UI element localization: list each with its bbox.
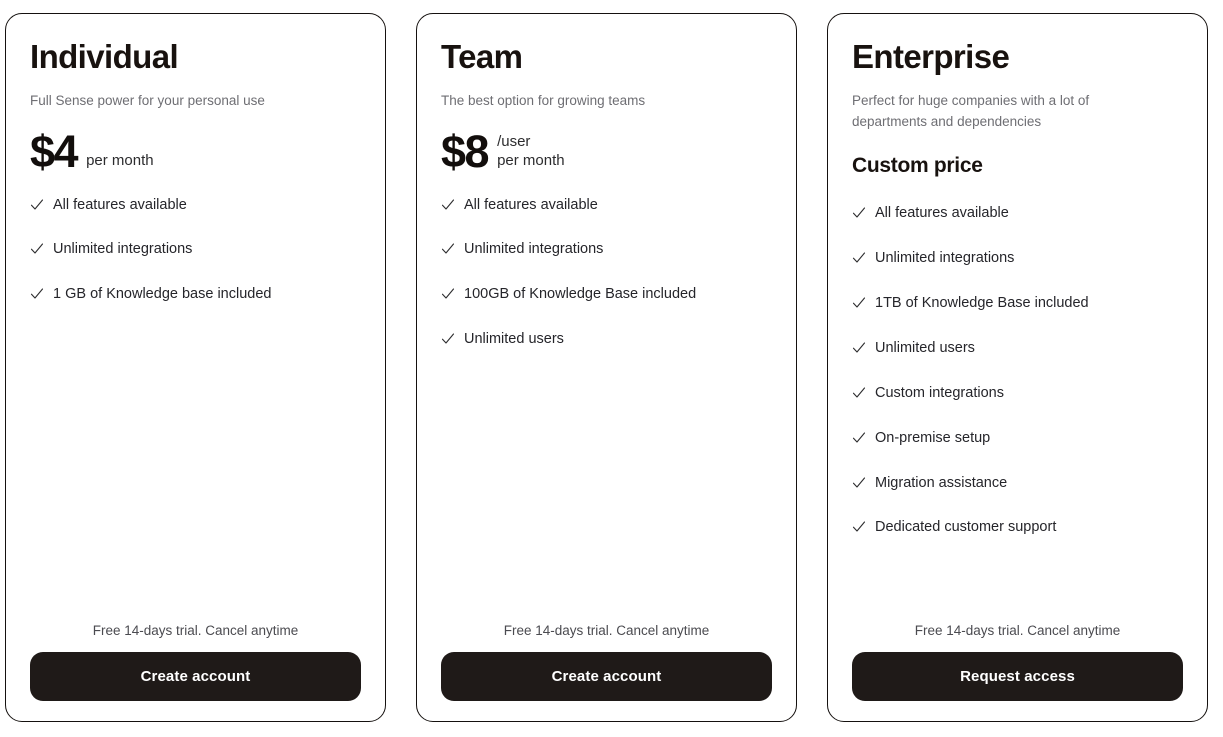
check-icon — [852, 386, 866, 400]
plan-title: Individual — [30, 38, 179, 75]
feature-label: Unlimited integrations — [53, 241, 193, 258]
check-icon — [30, 242, 44, 256]
check-icon — [852, 251, 866, 265]
list-item: Migration assistance — [852, 474, 1183, 493]
feature-label: On-premise setup — [875, 429, 991, 446]
list-item: Custom integrations — [852, 384, 1183, 403]
check-icon — [852, 296, 866, 310]
list-item: Unlimited integrations — [30, 240, 361, 259]
price-suffix-line: per month — [86, 152, 154, 170]
check-icon — [852, 520, 866, 534]
list-item: Unlimited users — [852, 339, 1183, 358]
feature-label: All features available — [464, 196, 598, 213]
price-suffix: /user per month — [497, 132, 565, 170]
card-spacer — [852, 537, 1183, 623]
list-item: On-premise setup — [852, 429, 1183, 448]
request-access-button[interactable]: Request access — [852, 652, 1183, 701]
pricing-plans-board: Individual Full Sense power for your per… — [0, 0, 1223, 737]
card-spacer — [30, 304, 361, 623]
plan-card-individual: Individual Full Sense power for your per… — [5, 13, 386, 722]
plan-price: $8 /user per month — [441, 128, 772, 174]
price-suffix-line: per month — [497, 152, 565, 170]
check-icon — [441, 287, 455, 301]
list-item: Unlimited users — [441, 330, 772, 349]
feature-label: Unlimited users — [875, 340, 975, 357]
price-suffix: per month — [86, 151, 154, 170]
plan-card-enterprise: Enterprise Perfect for huge companies wi… — [827, 13, 1208, 722]
price-amount: $8 — [441, 125, 490, 177]
plan-price: Custom price — [852, 148, 1183, 182]
feature-label: All features available — [53, 196, 187, 213]
trial-note: Free 14-days trial. Cancel anytime — [92, 623, 299, 638]
create-account-button[interactable]: Create account — [441, 652, 772, 701]
plan-price: $4 per month — [30, 128, 361, 174]
list-item: Unlimited integrations — [852, 249, 1183, 268]
feature-label: Unlimited integrations — [464, 241, 604, 258]
list-item: All features available — [852, 204, 1183, 223]
list-item: Unlimited integrations — [441, 240, 772, 259]
feature-label: Unlimited users — [464, 331, 564, 348]
check-icon — [852, 206, 866, 220]
check-icon — [852, 431, 866, 445]
list-item: 1TB of Knowledge Base included — [852, 294, 1183, 313]
feature-label: 100GB of Knowledge Base included — [464, 286, 697, 303]
plan-title: Team — [441, 38, 523, 75]
feature-label: Dedicated customer support — [875, 519, 1057, 536]
feature-list: All features available Unlimited integra… — [441, 196, 772, 349]
trial-note: Free 14-days trial. Cancel anytime — [914, 623, 1121, 638]
feature-label: Migration assistance — [875, 474, 1008, 491]
feature-label: 1 GB of Knowledge base included — [53, 286, 272, 303]
plan-subtitle: Full Sense power for your personal use — [30, 92, 265, 108]
feature-list: All features available Unlimited integra… — [852, 204, 1183, 537]
price-suffix-line: /user — [497, 133, 531, 151]
card-spacer — [441, 349, 772, 623]
list-item: 1 GB of Knowledge base included — [30, 285, 361, 304]
check-icon — [441, 332, 455, 346]
feature-label: 1TB of Knowledge Base included — [875, 295, 1089, 312]
price-amount: $4 — [30, 125, 79, 177]
check-icon — [30, 287, 44, 301]
check-icon — [441, 198, 455, 212]
check-icon — [441, 242, 455, 256]
feature-label: Custom integrations — [875, 384, 1004, 401]
plan-subtitle: Perfect for huge companies with a lot of… — [852, 92, 1090, 129]
feature-label: Unlimited integrations — [875, 250, 1015, 267]
list-item: All features available — [30, 196, 361, 215]
trial-note: Free 14-days trial. Cancel anytime — [503, 623, 710, 638]
list-item: 100GB of Knowledge Base included — [441, 285, 772, 304]
feature-label: All features available — [875, 205, 1009, 222]
check-icon — [852, 476, 866, 490]
price-custom-label: Custom price — [852, 153, 983, 177]
list-item: All features available — [441, 196, 772, 215]
list-item: Dedicated customer support — [852, 518, 1183, 537]
plan-subtitle: The best option for growing teams — [441, 92, 646, 108]
check-icon — [852, 341, 866, 355]
feature-list: All features available Unlimited integra… — [30, 196, 361, 305]
check-icon — [30, 198, 44, 212]
create-account-button[interactable]: Create account — [30, 652, 361, 701]
plan-card-team: Team The best option for growing teams $… — [416, 13, 797, 722]
plan-title: Enterprise — [852, 38, 1010, 75]
